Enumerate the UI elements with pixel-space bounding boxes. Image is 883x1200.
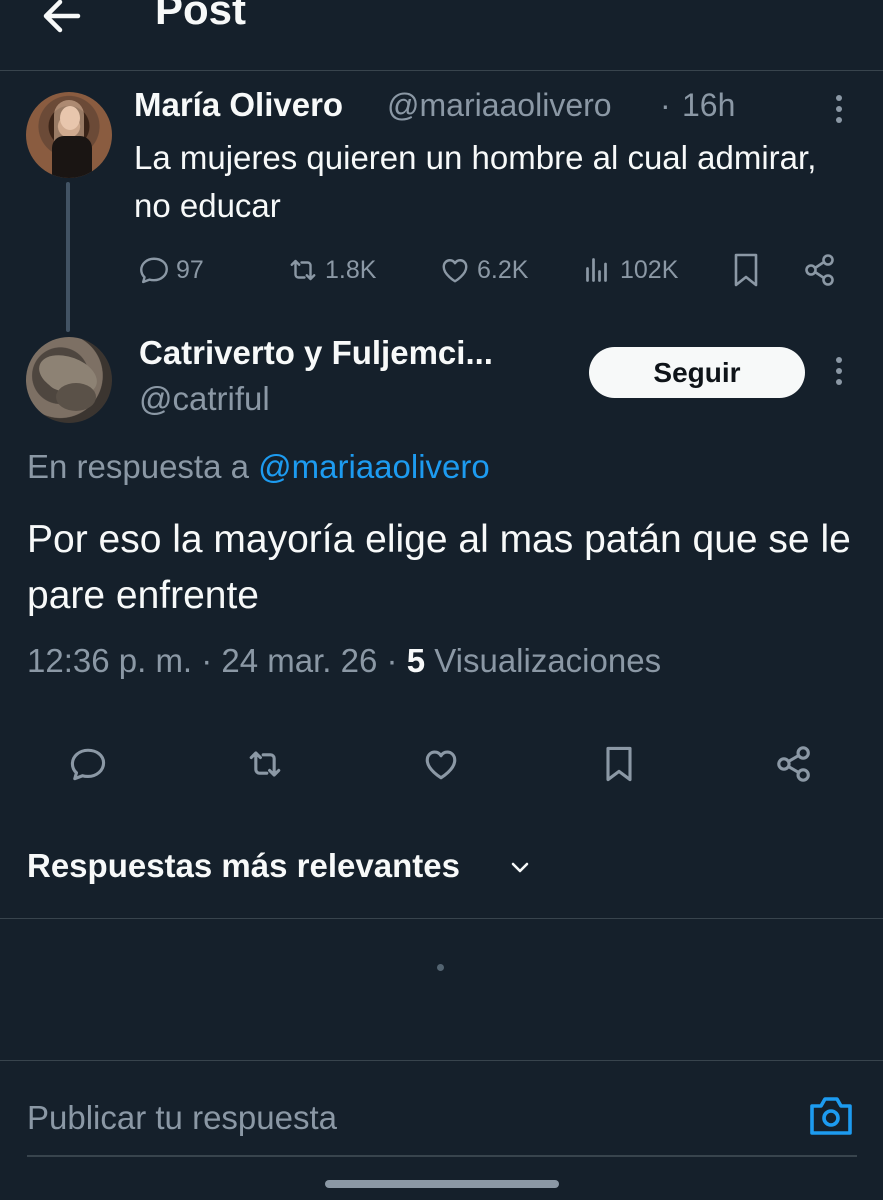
loading-indicator bbox=[437, 964, 444, 971]
retweet-icon[interactable] bbox=[243, 742, 287, 786]
parent-author-name[interactable]: María Olivero bbox=[134, 86, 343, 124]
follow-button[interactable]: Seguir bbox=[589, 347, 805, 398]
more-vertical-icon[interactable] bbox=[828, 356, 850, 386]
composer-underline bbox=[27, 1155, 857, 1157]
replies-sort-label[interactable]: Respuestas más relevantes bbox=[27, 847, 460, 885]
thread-connector bbox=[66, 182, 70, 332]
views-count: 102K bbox=[620, 255, 679, 284]
retweet-icon bbox=[285, 252, 321, 288]
parent-tweet-text: La mujeres quieren un hombre al cual adm… bbox=[134, 139, 817, 224]
page-title: Post bbox=[155, 0, 247, 33]
home-indicator[interactable] bbox=[325, 1180, 559, 1188]
header-divider bbox=[0, 70, 883, 71]
main-author-handle[interactable]: @catriful bbox=[139, 380, 270, 418]
reply-input[interactable] bbox=[27, 1096, 787, 1140]
like-icon[interactable] bbox=[419, 742, 463, 786]
replying-to: En respuesta a @mariaaolivero bbox=[27, 448, 490, 486]
back-arrow-icon[interactable] bbox=[36, 0, 88, 40]
views-icon bbox=[580, 252, 616, 288]
more-vertical-icon[interactable] bbox=[828, 94, 850, 124]
main-author-name[interactable]: Catriverto y Fuljemci... bbox=[139, 334, 493, 372]
views-count: 5 bbox=[406, 642, 426, 679]
replying-to-handle-link[interactable]: @mariaaolivero bbox=[258, 448, 490, 485]
like-icon bbox=[437, 252, 473, 288]
post-screen: Post María Olivero @mariaaolivero · 16h … bbox=[0, 0, 883, 1200]
camera-icon[interactable] bbox=[808, 1094, 854, 1138]
avatar[interactable] bbox=[26, 337, 112, 423]
divider bbox=[0, 918, 883, 919]
replying-to-prefix: En respuesta a bbox=[27, 448, 259, 485]
share-icon[interactable] bbox=[772, 742, 816, 786]
parent-reply-button[interactable]: 97 bbox=[136, 250, 204, 290]
divider bbox=[0, 1060, 883, 1061]
views-label: Visualizaciones bbox=[425, 642, 662, 679]
tweet-timestamp: 12:36 p. m. · 24 mar. 26 · bbox=[27, 642, 407, 679]
share-icon[interactable] bbox=[802, 252, 838, 288]
parent-timestamp: 16h bbox=[682, 87, 736, 123]
tweet-meta: 12:36 p. m. · 24 mar. 26 · 5 Visualizaci… bbox=[27, 642, 661, 680]
bookmark-icon[interactable] bbox=[597, 742, 641, 786]
parent-like-button[interactable]: 6.2K bbox=[437, 250, 528, 290]
chevron-down-icon[interactable] bbox=[508, 855, 532, 879]
reply-icon[interactable] bbox=[66, 742, 110, 786]
parent-author-handle[interactable]: @mariaaolivero bbox=[387, 87, 612, 124]
like-count: 6.2K bbox=[477, 255, 529, 284]
reply-icon bbox=[136, 252, 172, 288]
main-tweet-text: Por eso la mayoría elige al mas patán qu… bbox=[27, 518, 851, 617]
parent-views-button[interactable]: 102K bbox=[580, 250, 678, 290]
bookmark-icon[interactable] bbox=[728, 250, 764, 290]
retweet-count: 1.8K bbox=[325, 255, 377, 284]
reply-count: 97 bbox=[176, 255, 204, 284]
separator-dot: · bbox=[660, 87, 671, 123]
parent-retweet-button[interactable]: 1.8K bbox=[285, 250, 376, 290]
avatar[interactable] bbox=[26, 92, 112, 178]
